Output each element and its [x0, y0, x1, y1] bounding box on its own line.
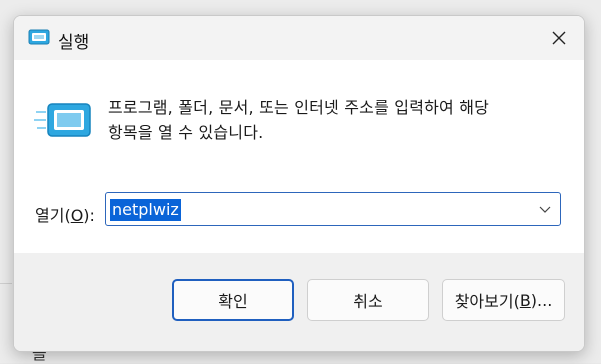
- window-title: 실행: [58, 33, 90, 53]
- description-line-2: 항목을 열 수 있습니다.: [108, 123, 264, 142]
- open-input[interactable]: netplwiz: [110, 199, 181, 221]
- ok-button-label: 확인: [218, 292, 248, 311]
- cancel-button-label: 취소: [353, 292, 383, 311]
- chevron-down-icon[interactable]: [536, 200, 554, 218]
- browse-label-hotkey: B: [519, 290, 531, 310]
- open-label-suffix: ):: [83, 206, 95, 225]
- run-program-icon: [34, 103, 91, 137]
- run-dialog-icon: [28, 29, 50, 45]
- open-label-prefix: 열기(: [35, 206, 71, 225]
- description-line-1: 프로그램, 폴더, 문서, 또는 인터넷 주소를 입력하여 해당: [108, 98, 490, 117]
- ok-button[interactable]: 확인: [172, 279, 294, 321]
- close-icon: [552, 31, 566, 45]
- open-field-label: 열기(O):: [35, 202, 95, 226]
- dialog-description: 프로그램, 폴더, 문서, 또는 인터넷 주소를 입력하여 해당 항목을 열 수…: [108, 95, 568, 145]
- open-combobox[interactable]: netplwiz: [105, 192, 561, 226]
- browse-button[interactable]: 찾아보기(B)...: [442, 279, 565, 321]
- run-dialog: 실행 프로그램, 폴더, 문서, 또는 인터넷 주소를 입력하여 해당 항목을 …: [13, 15, 585, 352]
- title-bar: 실행: [14, 16, 584, 60]
- open-label-hotkey: O: [70, 206, 84, 225]
- dialog-content: 프로그램, 폴더, 문서, 또는 인터넷 주소를 입력하여 해당 항목을 열 수…: [14, 60, 584, 253]
- cancel-button[interactable]: 취소: [307, 279, 429, 321]
- browse-label-prefix: 찾아보기(: [454, 292, 520, 311]
- button-bar: 확인 취소 찾아보기(B)...: [14, 253, 584, 351]
- browse-label-suffix: )...: [530, 290, 553, 310]
- close-button[interactable]: [541, 22, 577, 54]
- background-divider: [0, 283, 12, 284]
